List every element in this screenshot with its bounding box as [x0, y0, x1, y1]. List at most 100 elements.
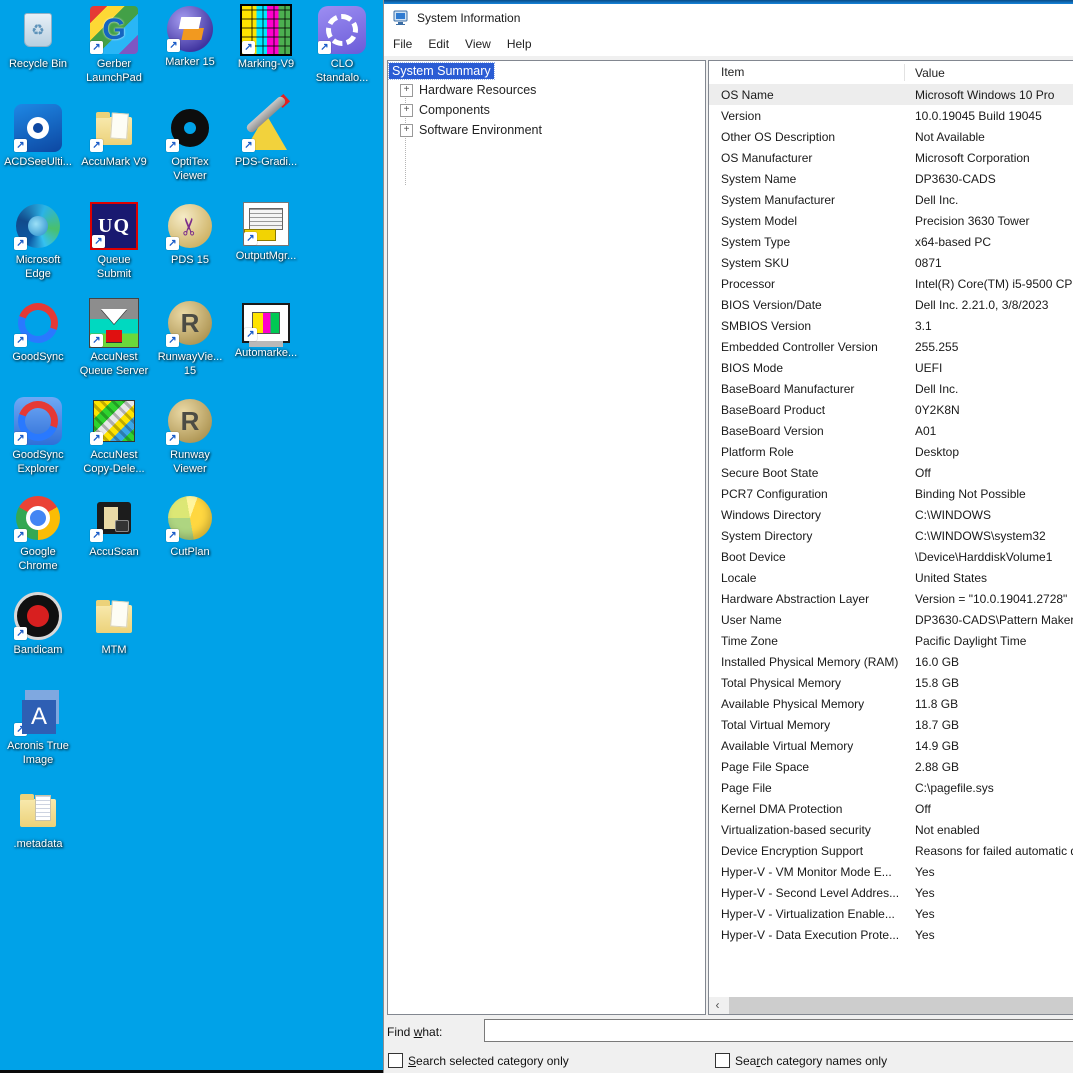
table-row[interactable]: Secure Boot State Off [709, 462, 1073, 483]
desktop-icon-google-chrome[interactable]: ↗ Google Chrome [0, 494, 77, 573]
desktop-icon-automarker[interactable]: ↗ Automarke... [227, 299, 305, 360]
table-row[interactable]: System Name DP3630-CADS [709, 168, 1073, 189]
recycle-bin-icon [14, 6, 62, 54]
desktop-icon-bandicam[interactable]: ↗ Bandicam [0, 592, 77, 657]
expand-plus-icon[interactable]: + [400, 84, 413, 97]
table-row[interactable]: Hyper-V - Data Execution Prote... Yes [709, 924, 1073, 945]
desktop-icon-pds-15[interactable]: ↗ PDS 15 [151, 202, 229, 267]
table-row[interactable]: System SKU 0871 [709, 252, 1073, 273]
table-row[interactable]: Hyper-V - Second Level Addres... Yes [709, 882, 1073, 903]
table-row[interactable]: Time Zone Pacific Daylight Time [709, 630, 1073, 651]
desktop-icon-recycle-bin[interactable]: Recycle Bin [0, 6, 77, 71]
table-row[interactable]: Available Physical Memory 11.8 GB [709, 693, 1073, 714]
accunest-queue-server-icon: ↗ [90, 299, 138, 347]
menu-edit[interactable]: Edit [420, 34, 457, 54]
menu-file[interactable]: File [385, 34, 420, 54]
desktop-icon-clo-standalone[interactable]: ↗ CLO Standalo... [303, 6, 381, 85]
table-row[interactable]: Platform Role Desktop [709, 441, 1073, 462]
table-row[interactable]: OS Name Microsoft Windows 10 Pro [709, 84, 1073, 105]
scrollbar-thumb[interactable] [729, 997, 1073, 1014]
table-row[interactable]: Embedded Controller Version 255.255 [709, 336, 1073, 357]
scroll-left-arrow-icon[interactable]: ‹ [709, 997, 726, 1014]
value-cell: Precision 3630 Tower [905, 214, 1073, 228]
desktop-icon-acdsee-ultimate[interactable]: ↗ ACDSeeUlti... [0, 104, 77, 169]
desktop-icon-marking-v9[interactable]: ↗ Marking-V9 [227, 6, 305, 71]
desktop-icon-metadata-folder[interactable]: .metadata [0, 786, 77, 851]
expand-plus-icon[interactable]: + [400, 104, 413, 117]
table-row[interactable]: Page File C:\pagefile.sys [709, 777, 1073, 798]
desktop-icon-accunest-copy-delete[interactable]: ↗ AccuNest Copy-Dele... [75, 397, 153, 476]
table-row[interactable]: Device Encryption Support Reasons for fa… [709, 840, 1073, 861]
table-row[interactable]: Processor Intel(R) Core(TM) i5-9500 CPU [709, 273, 1073, 294]
table-row[interactable]: Total Virtual Memory 18.7 GB [709, 714, 1073, 735]
checkbox-box[interactable] [388, 1053, 403, 1068]
table-row[interactable]: BaseBoard Version A01 [709, 420, 1073, 441]
table-row[interactable]: SMBIOS Version 3.1 [709, 315, 1073, 336]
desktop-icon-optitex-viewer[interactable]: ↗ OptiTex Viewer [151, 104, 229, 183]
table-row[interactable]: BIOS Version/Date Dell Inc. 2.21.0, 3/8/… [709, 294, 1073, 315]
desktop-icon-cutplan[interactable]: ↗ CutPlan [151, 494, 229, 559]
tree-item-components[interactable]: + Components [388, 100, 705, 120]
column-header-item[interactable]: Item [709, 64, 905, 81]
menu-help[interactable]: Help [499, 34, 540, 54]
value-cell: A01 [905, 424, 1073, 438]
desktop-icon-runway-viewer-15[interactable]: ↗ RunwayVie... 15 [151, 299, 229, 378]
table-row[interactable]: Hyper-V - VM Monitor Mode E... Yes [709, 861, 1073, 882]
table-row[interactable]: System Model Precision 3630 Tower [709, 210, 1073, 231]
table-row[interactable]: Hyper-V - Virtualization Enable... Yes [709, 903, 1073, 924]
desktop-icon-marker-15[interactable]: ↗ Marker 15 [151, 6, 229, 69]
table-row[interactable]: Boot Device \Device\HarddiskVolume1 [709, 546, 1073, 567]
system-information-window: System Information File Edit View Help S… [383, 0, 1073, 1073]
table-row[interactable]: Virtualization-based security Not enable… [709, 819, 1073, 840]
desktop-icon-accumark-v9[interactable]: ↗ AccuMark V9 [75, 104, 153, 169]
table-row[interactable]: System Type x64-based PC [709, 231, 1073, 252]
tree-item-system-summary[interactable]: System Summary [389, 63, 494, 79]
table-row[interactable]: System Manufacturer Dell Inc. [709, 189, 1073, 210]
menu-view[interactable]: View [457, 34, 499, 54]
table-row[interactable]: Kernel DMA Protection Off [709, 798, 1073, 819]
desktop-icon-queue-submit[interactable]: ↗ Queue Submit [75, 202, 153, 281]
desktop-icon-goodsync-explorer[interactable]: ↗ GoodSync Explorer [0, 397, 77, 476]
table-row[interactable]: BaseBoard Manufacturer Dell Inc. [709, 378, 1073, 399]
desktop-icon-acronis-true-image[interactable]: ↗ Acronis True Image [0, 688, 77, 767]
tree-item-software-environment[interactable]: + Software Environment [388, 120, 705, 140]
value-cell: Desktop [905, 445, 1073, 459]
expand-plus-icon[interactable]: + [400, 124, 413, 137]
desktop-icon-label: AccuNest Copy-Dele... [83, 448, 144, 476]
desktop-icon-accunest-queue-server[interactable]: ↗ AccuNest Queue Server [75, 299, 153, 378]
table-row[interactable]: Other OS Description Not Available [709, 126, 1073, 147]
category-tree-panel[interactable]: System Summary + Hardware Resources + Co… [387, 60, 706, 1015]
desktop-icon-pds-grading[interactable]: ↗ PDS-Gradi... [227, 104, 305, 169]
desktop-icon-runway-viewer[interactable]: ↗ Runway Viewer [151, 397, 229, 476]
table-row[interactable]: PCR7 Configuration Binding Not Possible [709, 483, 1073, 504]
table-row[interactable]: Page File Space 2.88 GB [709, 756, 1073, 777]
table-row[interactable]: User Name DP3630-CADS\Pattern Maker [709, 609, 1073, 630]
table-row[interactable]: Locale United States [709, 567, 1073, 588]
tree-item-hardware-resources[interactable]: + Hardware Resources [388, 80, 705, 100]
table-row[interactable]: Installed Physical Memory (RAM) 16.0 GB [709, 651, 1073, 672]
table-row[interactable]: BIOS Mode UEFI [709, 357, 1073, 378]
desktop-icon-goodsync[interactable]: ↗ GoodSync [0, 299, 77, 364]
column-header-value[interactable]: Value [905, 66, 1073, 80]
table-row[interactable]: Windows Directory C:\WINDOWS [709, 504, 1073, 525]
desktop-icon-mtm-folder[interactable]: MTM [75, 592, 153, 657]
table-row[interactable]: OS Manufacturer Microsoft Corporation [709, 147, 1073, 168]
table-row[interactable]: System Directory C:\WINDOWS\system32 [709, 525, 1073, 546]
desktop-icon-output-manager[interactable]: ↗ OutputMgr... [227, 202, 305, 263]
value-cell: 0Y2K8N [905, 403, 1073, 417]
checkbox-box[interactable] [715, 1053, 730, 1068]
table-row[interactable]: Available Virtual Memory 14.9 GB [709, 735, 1073, 756]
find-what-input[interactable] [484, 1019, 1073, 1042]
desktop-icon-accuscan[interactable]: ↗ AccuScan [75, 494, 153, 559]
table-row[interactable]: BaseBoard Product 0Y2K8N [709, 399, 1073, 420]
table-row[interactable]: Total Physical Memory 15.8 GB [709, 672, 1073, 693]
search-category-names-checkbox[interactable]: Search category names only [715, 1053, 887, 1068]
shortcut-arrow-icon: ↗ [242, 41, 255, 54]
table-row[interactable]: Version 10.0.19045 Build 19045 [709, 105, 1073, 126]
desktop-icon-microsoft-edge[interactable]: ↗ Microsoft Edge [0, 202, 77, 281]
title-bar[interactable]: System Information [384, 4, 1073, 31]
table-row[interactable]: Hardware Abstraction Layer Version = "10… [709, 588, 1073, 609]
desktop-icon-gerber-launchpad[interactable]: ↗ Gerber LaunchPad [75, 6, 153, 85]
horizontal-scrollbar[interactable]: ‹ [709, 997, 1073, 1014]
search-selected-category-checkbox[interactable]: Search selected category only [388, 1053, 569, 1068]
